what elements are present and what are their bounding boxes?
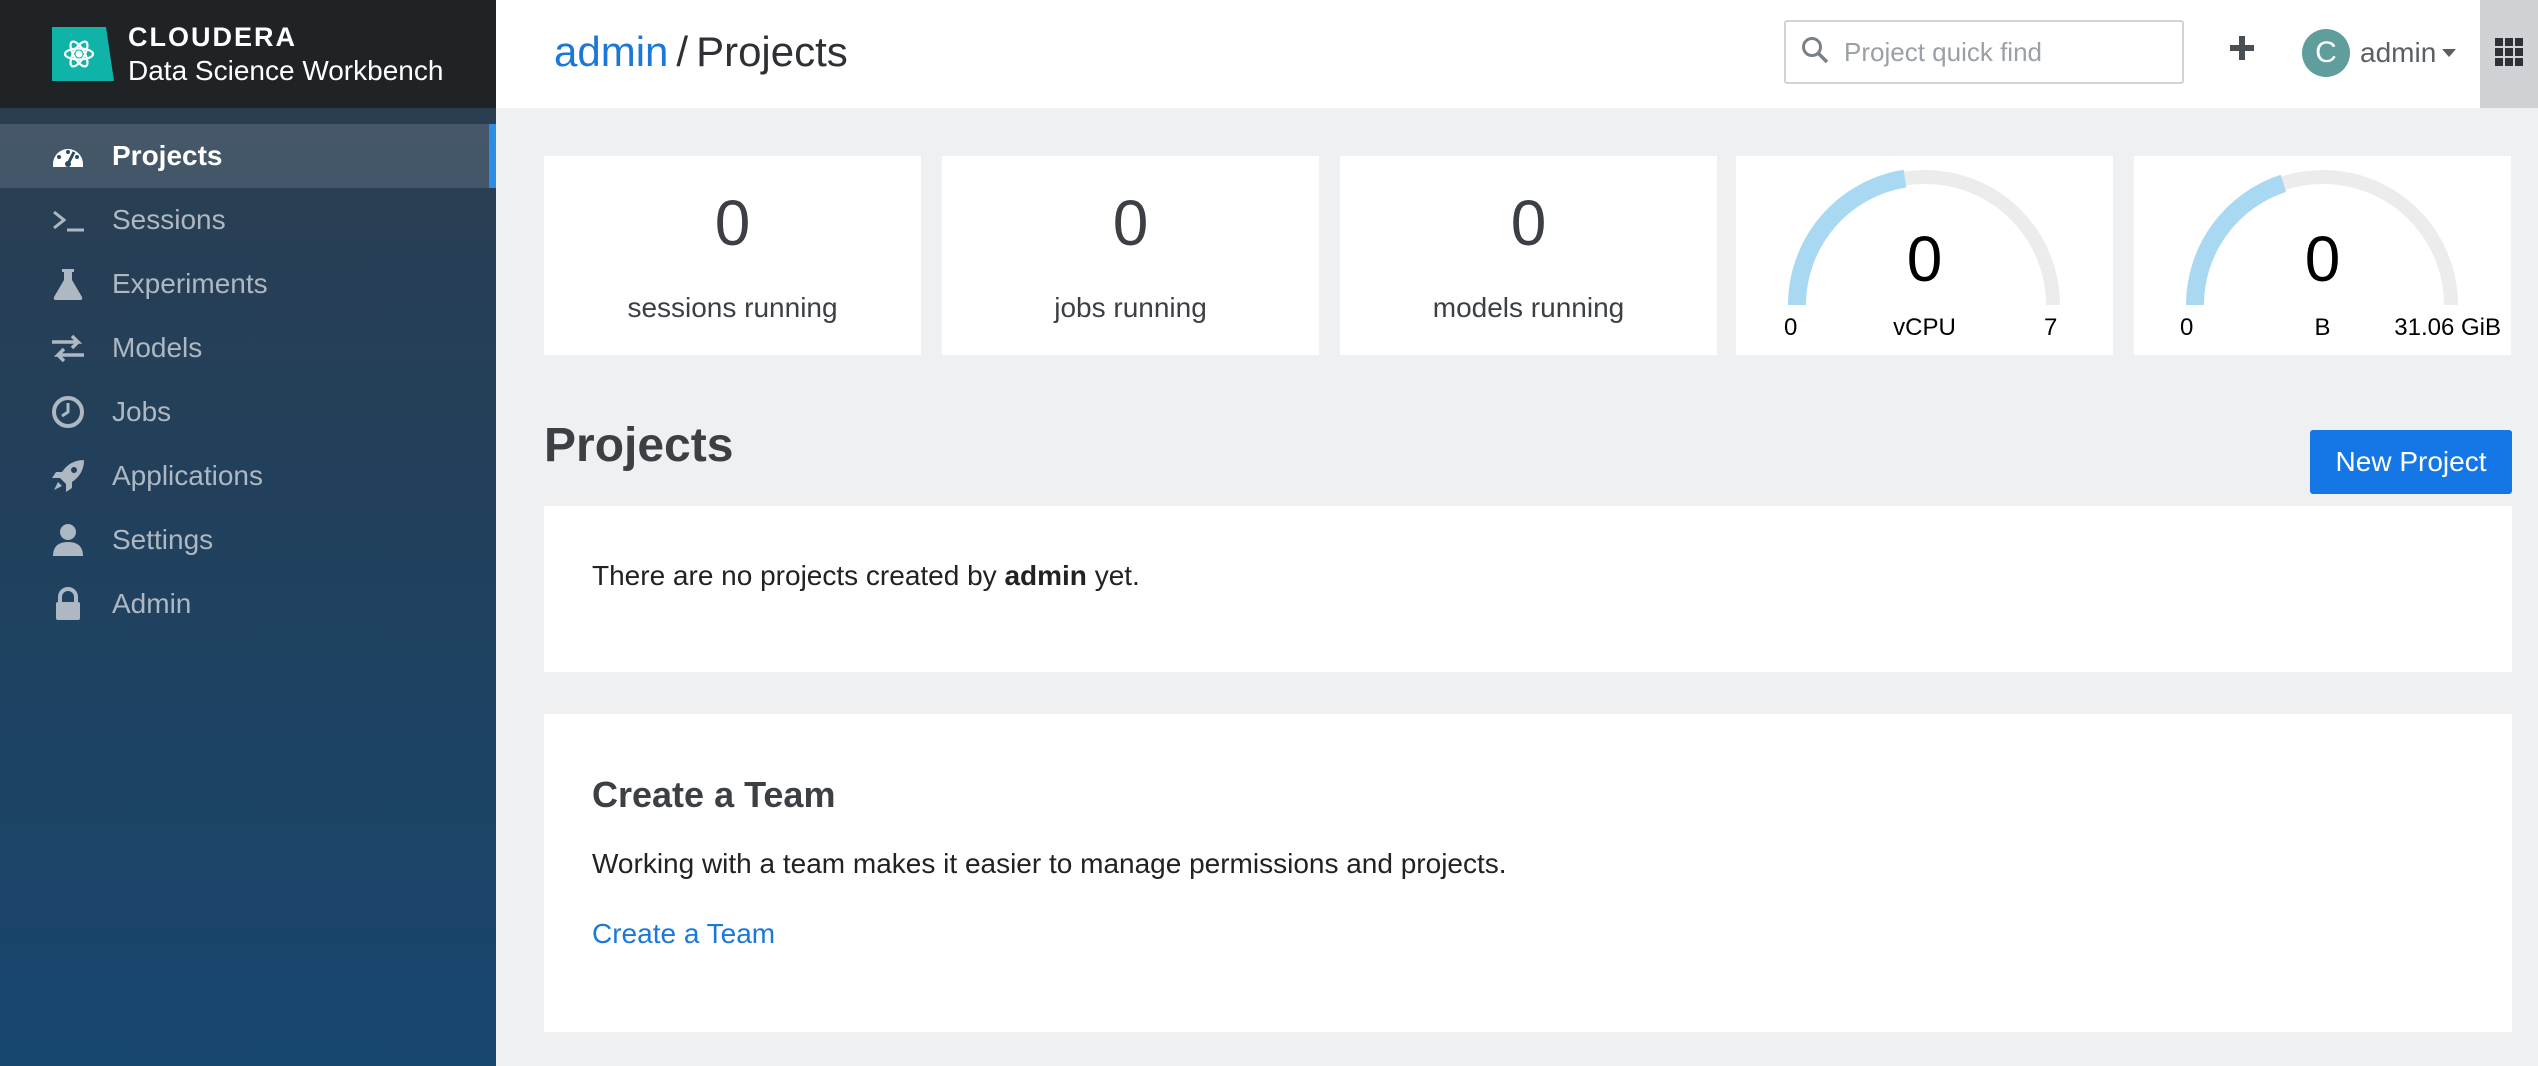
breadcrumb-separator: /: [676, 28, 689, 75]
brand-header[interactable]: CLOUDERA Data Science Workbench: [0, 0, 496, 108]
sidebar-item-settings[interactable]: Settings: [0, 508, 496, 572]
models-stat-card[interactable]: 0 models running: [1340, 156, 1717, 355]
sidebar-item-label: Experiments: [112, 268, 268, 299]
project-search: [1784, 20, 2184, 84]
sidebar-item-label: Settings: [112, 524, 214, 555]
lock-icon: [48, 584, 88, 624]
sessions-stat-card[interactable]: 0 sessions running: [544, 156, 921, 355]
sidebar-item-label: Jobs: [112, 396, 172, 427]
user-menu[interactable]: C admin: [2302, 28, 2457, 78]
plus-icon: [2228, 34, 2256, 67]
avatar: C: [2302, 29, 2350, 77]
create-team-link[interactable]: Create a Team: [592, 918, 775, 950]
breadcrumb-current: Projects: [696, 28, 848, 75]
caret-down-icon: [2442, 49, 2457, 57]
projects-heading: Projects: [544, 419, 734, 472]
sidebar-item-jobs[interactable]: Jobs: [0, 380, 496, 444]
top-header: admin/Projects C admin: [496, 0, 2538, 108]
sidebar-item-label: Models: [112, 332, 203, 363]
memory-gauge-max: 31.06 GiB: [2394, 314, 2501, 341]
cpu-gauge-card: 0 0 vCPU 7: [1736, 156, 2113, 355]
sidebar-item-models[interactable]: Models: [0, 316, 496, 380]
create-team-description: Working with a team makes it easier to m…: [592, 848, 1507, 879]
sidebar-item-label: Applications: [112, 460, 263, 491]
cloudera-logo-icon: [52, 27, 114, 81]
models-count: 0: [1510, 187, 1547, 259]
sidebar-item-experiments[interactable]: Experiments: [0, 252, 496, 316]
memory-gauge-value: 0: [2304, 223, 2341, 295]
create-team-panel: Create a Team Working with a team makes …: [544, 714, 2512, 1032]
jobs-count: 0: [1112, 187, 1149, 259]
terminal-icon: [48, 200, 88, 240]
jobs-label: jobs running: [1054, 292, 1207, 323]
clock-icon: [48, 392, 88, 432]
sidebar-item-projects[interactable]: Projects: [0, 124, 496, 188]
rocket-icon: [48, 456, 88, 496]
sidebar-item-applications[interactable]: Applications: [0, 444, 496, 508]
empty-message-suffix: yet.: [1086, 560, 1140, 591]
memory-gauge-card: 0 0 B 31.06 GiB: [2134, 156, 2511, 355]
empty-projects-message: There are no projects created by admin y…: [592, 560, 1140, 592]
create-team-heading: Create a Team: [592, 774, 836, 815]
empty-message-prefix: There are no projects created by: [592, 560, 1005, 591]
sessions-label: sessions running: [627, 292, 838, 323]
sidebar-item-admin[interactable]: Admin: [0, 572, 496, 636]
dashboard-icon: [48, 136, 88, 176]
projects-empty-panel: There are no projects created by admin y…: [544, 506, 2512, 672]
app-switcher-button[interactable]: [2480, 0, 2538, 108]
sidebar: CLOUDERA Data Science Workbench Projects…: [0, 0, 496, 1066]
search-icon: [1800, 35, 1830, 70]
user-icon: [48, 520, 88, 560]
sidebar-item-label: Sessions: [112, 204, 226, 235]
empty-message-user: admin: [1004, 560, 1087, 591]
sidebar-item-sessions[interactable]: Sessions: [0, 188, 496, 252]
user-name: admin: [2360, 37, 2437, 68]
new-project-button[interactable]: New Project: [2310, 430, 2512, 494]
cpu-gauge-max: 7: [2044, 314, 2058, 341]
brand-name: CLOUDERA: [128, 21, 297, 52]
product-name: Data Science Workbench: [128, 54, 444, 86]
sidebar-item-label: Projects: [112, 140, 223, 171]
search-input[interactable]: [1844, 36, 2174, 68]
breadcrumb-user-link[interactable]: admin: [554, 28, 668, 75]
sessions-count: 0: [714, 187, 751, 259]
flask-icon: [48, 264, 88, 304]
breadcrumb: admin / Projects: [554, 28, 848, 76]
sidebar-nav: Projects Sessions Experiments Models Job…: [0, 124, 496, 636]
add-button[interactable]: [2222, 30, 2262, 70]
exchange-arrows-icon: [48, 328, 88, 368]
sidebar-item-label: Admin: [112, 588, 192, 619]
cpu-gauge-value: 0: [1906, 223, 1943, 295]
jobs-stat-card[interactable]: 0 jobs running: [942, 156, 1319, 355]
grid-icon: [2494, 37, 2524, 72]
models-label: models running: [1432, 292, 1625, 323]
